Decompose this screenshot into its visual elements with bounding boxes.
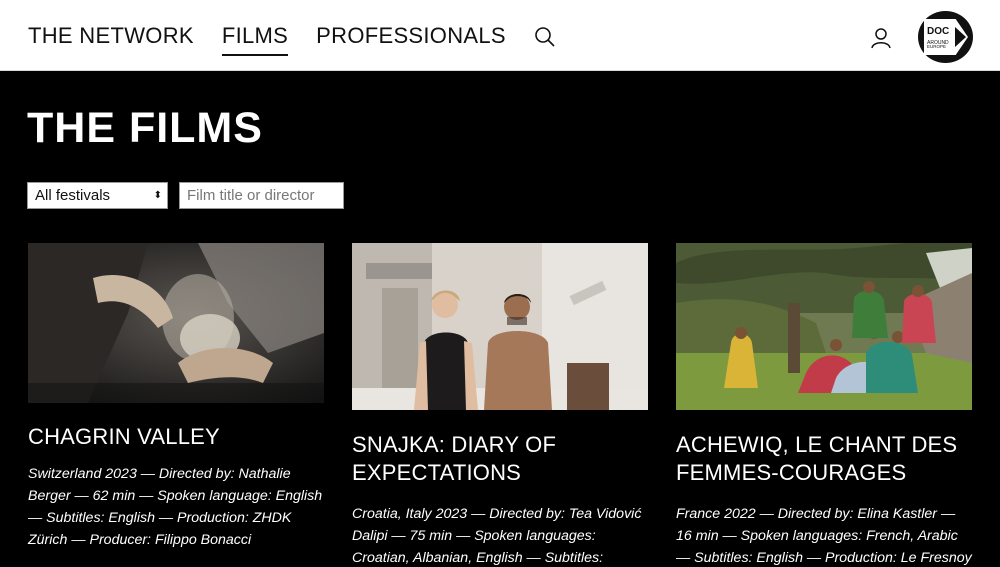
nav-professionals[interactable]: PROFESSIONALS xyxy=(316,22,506,50)
film-card[interactable]: CHAGRIN VALLEY Switzerland 2023 — Direct… xyxy=(28,243,325,551)
film-thumbnail-achewiq[interactable] xyxy=(676,243,972,410)
festival-select-value: All festivals xyxy=(35,187,111,204)
film-card[interactable]: SNAJKA: DIARY OF EXPECTATIONS Croatia, I… xyxy=(352,243,649,567)
search-icon[interactable] xyxy=(534,26,556,48)
film-title[interactable]: ACHEWIQ, LE CHANT DES FEMMES-COURAGES xyxy=(676,431,973,487)
film-meta: France 2022 — Directed by: Elina Kastler… xyxy=(676,506,972,566)
film-meta: Switzerland 2023 — Directed by: Nathalie… xyxy=(28,466,323,548)
festival-select[interactable]: All festivals ⬍ xyxy=(27,182,168,209)
page-title: THE FILMS xyxy=(27,104,263,152)
top-navigation-bar: THE NETWORK FILMS PROFESSIONALS DOC AROU… xyxy=(0,0,1000,71)
doc-around-europe-logo[interactable]: DOC AROUND EUROPE xyxy=(918,11,973,63)
logo-text-doc: DOC xyxy=(927,26,950,37)
film-search-input[interactable] xyxy=(179,182,344,209)
film-meta: Croatia, Italy 2023 — Directed by: Tea V… xyxy=(352,506,642,566)
nav-the-network[interactable]: THE NETWORK xyxy=(28,22,194,50)
film-thumbnail-chagrin-valley[interactable] xyxy=(28,243,324,403)
select-arrows-icon: ⬍ xyxy=(153,190,162,201)
film-title[interactable]: SNAJKA: DIARY OF EXPECTATIONS xyxy=(352,431,649,487)
main-nav: THE NETWORK FILMS PROFESSIONALS xyxy=(28,22,556,56)
film-title[interactable]: CHAGRIN VALLEY xyxy=(28,423,325,451)
logo-text-europe: EUROPE xyxy=(927,44,947,49)
play-icon xyxy=(955,27,966,47)
nav-films[interactable]: FILMS xyxy=(221,22,289,56)
film-thumbnail-snajka[interactable] xyxy=(352,243,648,410)
film-card[interactable]: ACHEWIQ, LE CHANT DES FEMMES-COURAGES Fr… xyxy=(676,243,973,567)
user-icon[interactable] xyxy=(870,27,892,49)
